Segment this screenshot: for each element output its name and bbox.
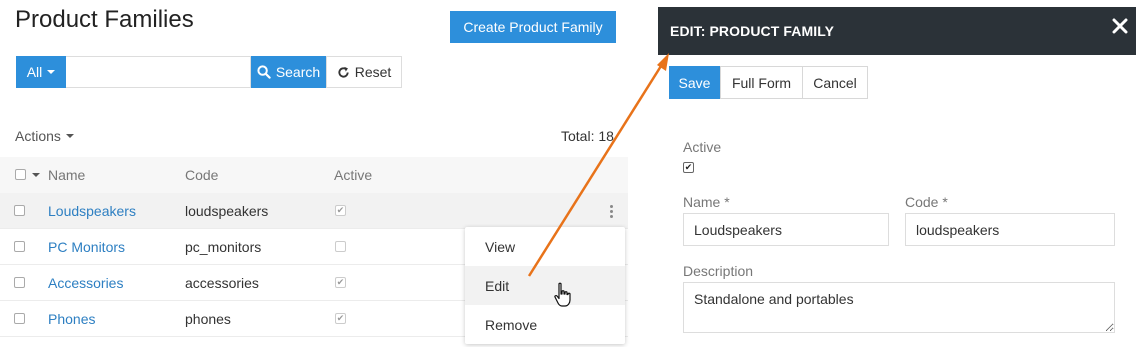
hand-cursor-icon bbox=[554, 282, 571, 307]
